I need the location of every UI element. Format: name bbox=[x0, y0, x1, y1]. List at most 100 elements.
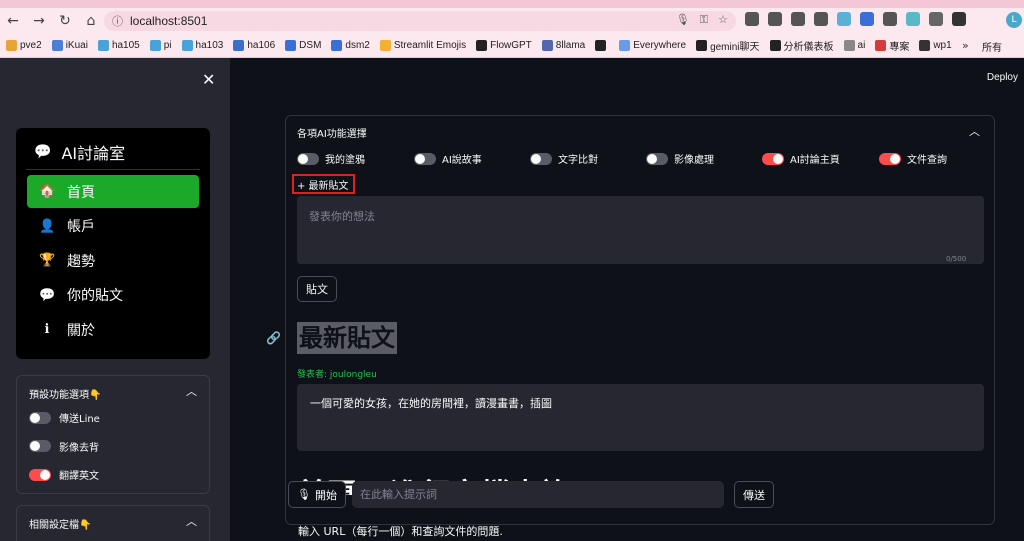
link-icon[interactable]: 🔗 bbox=[266, 331, 281, 345]
bookmark-item[interactable]: iKuai bbox=[51, 40, 88, 51]
bookmark-item[interactable]: wp1 bbox=[919, 40, 952, 51]
home-icon[interactable]: ⌂ bbox=[78, 10, 104, 32]
feature-toggle[interactable]: AI說故事 bbox=[414, 151, 482, 166]
bookmark-label: gemini聊天 bbox=[710, 42, 760, 53]
send-button[interactable]: 傳送 bbox=[734, 481, 774, 508]
extension-icons bbox=[745, 12, 966, 26]
toggle-label: 翻譯英文 bbox=[59, 471, 99, 482]
bookmark-item[interactable]: 8llama bbox=[541, 40, 586, 51]
preset-options-expander[interactable]: 預設功能選項👇 ︿ 傳送Line 影像去背 翻譯英文 bbox=[16, 375, 210, 494]
chevron-up-icon[interactable]: ︿ bbox=[186, 383, 197, 399]
toggle-switch[interactable] bbox=[530, 152, 552, 165]
extension-icon[interactable] bbox=[837, 12, 851, 26]
feature-toggle[interactable]: 我的塗鴉 bbox=[297, 151, 365, 166]
extension-icon[interactable] bbox=[791, 12, 805, 26]
star-icon[interactable]: ☆ bbox=[718, 13, 728, 27]
toggle-switch[interactable] bbox=[29, 468, 51, 481]
site-info-icon[interactable]: ⓘ bbox=[112, 13, 130, 29]
feature-toggle[interactable]: 影像處理 bbox=[646, 151, 714, 166]
bookmark-favicon-icon bbox=[331, 40, 343, 51]
bookmark-favicon-icon bbox=[379, 40, 391, 51]
preset-toggle[interactable]: 翻譯英文 bbox=[29, 467, 99, 482]
browser-tab-strip bbox=[0, 0, 1024, 8]
menu-item[interactable]: 🏠 首頁 bbox=[27, 175, 199, 208]
toggle-label: 文字比對 bbox=[558, 155, 598, 166]
extension-icon[interactable] bbox=[745, 12, 759, 26]
bookmark-item[interactable]: pi bbox=[149, 40, 172, 51]
feature-toggle[interactable]: AI討論主頁 bbox=[762, 151, 840, 166]
bookmark-favicon-icon bbox=[919, 40, 931, 51]
forward-icon[interactable]: → bbox=[26, 10, 52, 32]
extension-icon[interactable] bbox=[768, 12, 782, 26]
back-icon[interactable]: ← bbox=[0, 10, 26, 32]
bookmark-label: Streamlit Emojis bbox=[393, 40, 467, 51]
menu-item[interactable]: 💬 你的貼文 bbox=[27, 279, 199, 312]
bookmark-item[interactable]: Everywhere bbox=[619, 40, 686, 51]
bookmark-label: 分析儀表板 bbox=[783, 42, 834, 53]
toggle-switch[interactable] bbox=[879, 152, 901, 165]
menu-item-label: 趨勢 bbox=[67, 253, 95, 270]
panel-title: 各項AI功能選擇 bbox=[297, 129, 367, 140]
feature-toggle[interactable]: 文字比對 bbox=[530, 151, 598, 166]
extension-icon[interactable] bbox=[906, 12, 920, 26]
bookmarks-overflow-icon[interactable]: » bbox=[962, 39, 969, 52]
bookmark-item[interactable]: Streamlit Emojis bbox=[379, 40, 467, 51]
bookmark-label: 8llama bbox=[555, 40, 586, 51]
toggle-switch[interactable] bbox=[646, 152, 668, 165]
new-post-label: + 最新貼文 bbox=[292, 174, 355, 194]
extension-icon[interactable] bbox=[883, 12, 897, 26]
toggle-switch[interactable] bbox=[297, 152, 319, 165]
chevron-up-icon[interactable]: ︿ bbox=[186, 513, 197, 529]
bookmark-favicon-icon bbox=[476, 40, 488, 51]
profile-avatar[interactable]: L bbox=[1006, 12, 1022, 28]
bookmark-item[interactable]: pve2 bbox=[6, 40, 42, 51]
bookmark-item[interactable] bbox=[595, 40, 609, 51]
chevron-up-icon[interactable]: ︿ bbox=[969, 123, 980, 139]
extension-icon[interactable] bbox=[860, 12, 874, 26]
bookmarks-bar: pve2 iKuai ha105 pi ha103 ha106 DSM dsm2 Streaml… bbox=[0, 34, 1024, 58]
address-bar[interactable]: ⓘ localhost:8501 🎙 ⚿ ☆ bbox=[104, 11, 736, 31]
settings-expander[interactable]: 相關設定檔👇 ︿ bbox=[16, 505, 210, 541]
post-author: 發表者: joulongleu bbox=[297, 370, 377, 380]
sidepanel-icon[interactable] bbox=[952, 12, 966, 26]
deploy-button[interactable]: Deploy bbox=[987, 72, 1018, 83]
bookmark-item[interactable]: ha105 bbox=[97, 40, 140, 51]
bookmark-item[interactable]: FlowGPT bbox=[476, 40, 532, 51]
address-url[interactable]: localhost:8501 bbox=[130, 14, 207, 28]
bookmark-item[interactable]: 分析儀表板 bbox=[769, 38, 834, 53]
bookmark-item[interactable]: ai bbox=[843, 40, 865, 51]
bookmark-label: pve2 bbox=[20, 40, 42, 51]
bookmark-item[interactable]: ha106 bbox=[233, 40, 275, 51]
preset-toggle[interactable]: 傳送Line bbox=[29, 410, 100, 425]
toggle-switch[interactable] bbox=[762, 152, 784, 165]
menu-item[interactable]: 🏆 趨勢 bbox=[27, 244, 199, 277]
microphone-icon[interactable]: 🎙 bbox=[676, 13, 690, 27]
key-icon[interactable]: ⚿ bbox=[700, 13, 708, 27]
toggle-switch[interactable] bbox=[29, 411, 51, 424]
toggle-label: AI討論主頁 bbox=[790, 155, 840, 166]
char-counter: 0/500 bbox=[946, 255, 967, 263]
toggle-switch[interactable] bbox=[29, 440, 51, 452]
puzzle-icon[interactable] bbox=[929, 12, 943, 26]
start-button[interactable]: 🎙 開始 bbox=[288, 481, 346, 508]
bookmark-item[interactable]: 專案 bbox=[875, 38, 909, 53]
menu-item[interactable]: 👤 帳戶 bbox=[27, 210, 199, 243]
feature-toggle[interactable]: 文件查詢 bbox=[879, 151, 947, 166]
toggle-switch[interactable] bbox=[414, 152, 436, 165]
close-sidebar-icon[interactable]: ✕ bbox=[202, 70, 215, 89]
bookmark-item[interactable]: ha103 bbox=[181, 40, 223, 51]
post-textarea[interactable] bbox=[297, 196, 984, 264]
bookmark-item[interactable]: dsm2 bbox=[331, 40, 370, 51]
extension-icon[interactable] bbox=[814, 12, 828, 26]
reload-icon[interactable]: ↻ bbox=[52, 10, 78, 32]
menu-item[interactable]: ℹ 關於 bbox=[27, 313, 199, 346]
bookmark-item[interactable]: gemini聊天 bbox=[696, 38, 760, 53]
bookmark-label: DSM bbox=[299, 40, 322, 51]
post-button[interactable]: 貼文 bbox=[297, 276, 337, 302]
bookmark-label: Everywhere bbox=[633, 40, 687, 51]
all-bookmarks-folder[interactable]: 所有 bbox=[982, 39, 1002, 54]
preset-toggle[interactable]: 影像去背 bbox=[29, 439, 99, 454]
prompt-input[interactable] bbox=[352, 481, 724, 508]
bookmark-item[interactable]: DSM bbox=[285, 40, 321, 51]
bookmark-label: 專案 bbox=[889, 42, 910, 53]
